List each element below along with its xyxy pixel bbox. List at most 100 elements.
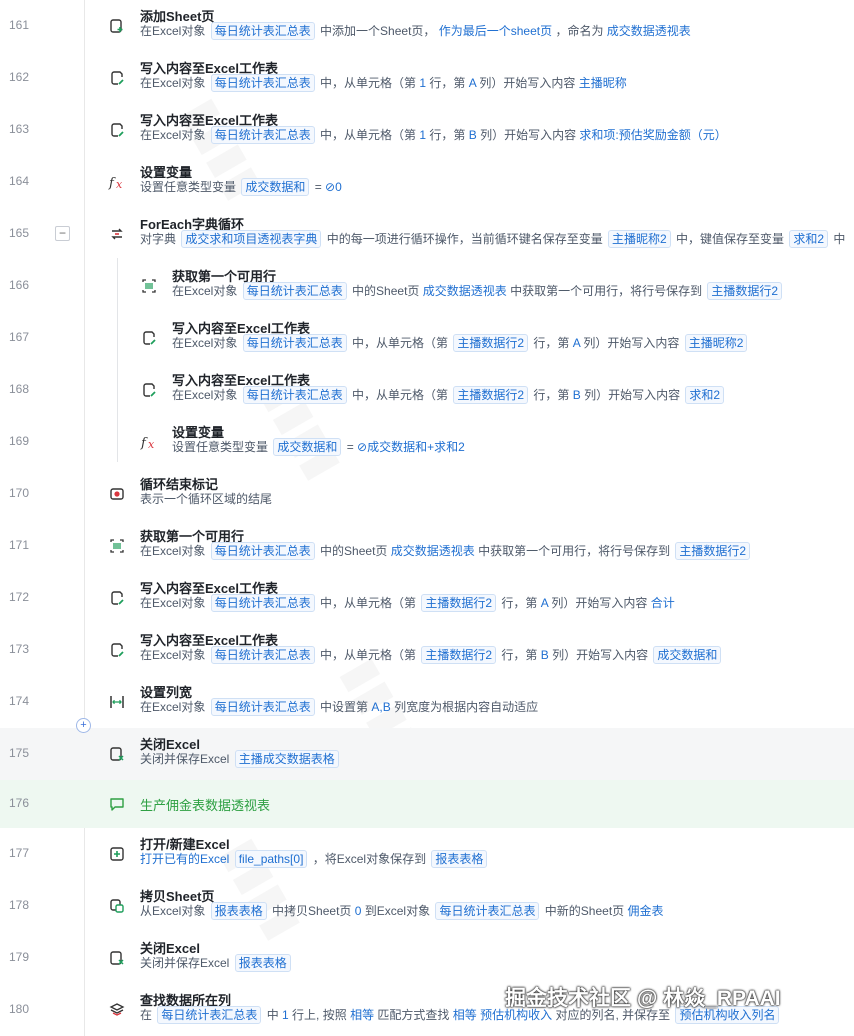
step-description: 在Excel对象 每日统计表汇总表 中，从单元格（第 1 行，第 A 列）开始写… xyxy=(140,74,627,92)
flow-step-row[interactable]: 172 写入内容至Excel工作表 在Excel对象 每日统计表汇总表 中，从单元… xyxy=(0,572,854,624)
variable-tag[interactable]: 每日统计表汇总表 xyxy=(157,1006,262,1024)
param-value[interactable]: 合计 xyxy=(651,596,675,610)
variable-tag[interactable]: 每日统计表汇总表 xyxy=(210,74,315,92)
variable-tag[interactable]: 主播成交数据表格 xyxy=(234,750,339,768)
variable-tag[interactable]: 每日统计表汇总表 xyxy=(210,22,315,40)
flow-step-row[interactable]: 179 关闭Excel 关闭并保存Excel 报表表格 xyxy=(0,932,854,984)
variable-tag[interactable]: 成交数据和 xyxy=(241,178,310,196)
flow-step-row[interactable]: 165− ForEach字典循环 对字典 成交求和项目透视表字典 中的每一项进行循… xyxy=(0,208,854,260)
param-value[interactable]: 作为最后一个sheet页 xyxy=(439,24,556,38)
variable-tag[interactable]: 成交数据和 xyxy=(273,438,342,456)
desc-text: ，命名为 xyxy=(555,24,607,38)
variable-tag[interactable]: 求和2 xyxy=(789,230,829,248)
collapse-toggle-icon[interactable]: − xyxy=(55,226,70,241)
desc-text: 中，从单元格（第 xyxy=(316,596,420,610)
flow-step-row[interactable]: 173 写入内容至Excel工作表 在Excel对象 每日统计表汇总表 中，从单元… xyxy=(0,624,854,676)
desc-text: 中，键值保存至变量 xyxy=(672,232,788,246)
desc-text: 在Excel对象 xyxy=(172,284,241,298)
desc-text: = xyxy=(343,440,358,454)
param-value[interactable]: 打开已有的Excel xyxy=(140,852,233,866)
param-value[interactable]: 1 xyxy=(419,128,429,142)
flow-step-row[interactable]: 171 获取第一个可用行 在Excel对象 每日统计表汇总表 中的Sheet页 成… xyxy=(0,520,854,572)
foreach-loop-icon xyxy=(108,225,126,243)
variable-tag[interactable]: 成交求和项目透视表字典 xyxy=(181,230,322,248)
variable-tag[interactable]: 主播数据行2 xyxy=(421,594,497,612)
variable-tag[interactable]: 每日统计表汇总表 xyxy=(210,126,315,144)
variable-tag[interactable]: 主播数据行2 xyxy=(675,542,751,560)
param-value[interactable]: 成交数据透视表 xyxy=(423,284,510,298)
variable-tag[interactable]: 报表表格 xyxy=(234,954,291,972)
variable-tag[interactable]: 每日统计表汇总表 xyxy=(210,698,315,716)
flow-step-row[interactable]: 177 打开/新建Excel 打开已有的Excel file_paths[0] ，… xyxy=(0,828,854,880)
variable-tag[interactable]: 每日统计表汇总表 xyxy=(242,386,347,404)
desc-text: 中获取第一个可用行，将行号保存到 xyxy=(478,544,674,558)
variable-tag[interactable]: 主播数据行2 xyxy=(707,282,783,300)
variable-tag[interactable]: 每日统计表汇总表 xyxy=(242,282,347,300)
flow-step-row[interactable]: 169 f x 设置变量 设置任意类型变量 成交数据和 = ⊘成交数据和+求和2 xyxy=(0,416,854,468)
flow-step-row[interactable]: 167 写入内容至Excel工作表 在Excel对象 每日统计表汇总表 中，从单元… xyxy=(0,312,854,364)
flow-step-row[interactable]: 168 写入内容至Excel工作表 在Excel对象 每日统计表汇总表 中，从单元… xyxy=(0,364,854,416)
step-description: 在Excel对象 每日统计表汇总表 中，从单元格（第 1 行，第 B 列）开始写… xyxy=(140,126,727,144)
variable-tag[interactable]: 报表表格 xyxy=(431,850,488,868)
desc-text: 行，第 xyxy=(530,336,573,350)
param-value[interactable]: 佣金表 xyxy=(627,904,663,918)
variable-tag[interactable]: 报表表格 xyxy=(210,902,267,920)
variable-tag[interactable]: 每日统计表汇总表 xyxy=(242,334,347,352)
variable-tag[interactable]: 主播昵称2 xyxy=(684,334,748,352)
flow-step-row[interactable]: 163 写入内容至Excel工作表 在Excel对象 每日统计表汇总表 中，从单元… xyxy=(0,104,854,156)
param-value[interactable]: B xyxy=(469,128,480,142)
variable-tag[interactable]: 主播昵称2 xyxy=(608,230,671,248)
get-row-icon xyxy=(140,277,158,295)
param-value[interactable]: B xyxy=(541,648,552,662)
variable-tag[interactable]: 每日统计表汇总表 xyxy=(210,646,315,664)
variable-tag[interactable]: file_paths[0] xyxy=(234,850,308,868)
desc-text: 在Excel对象 xyxy=(172,388,241,402)
param-value[interactable]: 相等 xyxy=(453,1008,480,1022)
variable-tag[interactable]: 每日统计表汇总表 xyxy=(210,594,315,612)
desc-text: 中，从单元格（第 xyxy=(348,388,452,402)
flow-step-row[interactable]: 178 拷贝Sheet页 从Excel对象 报表表格 中拷贝Sheet页 0 到E… xyxy=(0,880,854,932)
desc-text: 在Excel对象 xyxy=(140,700,209,714)
param-value[interactable]: ⊘0 xyxy=(325,180,342,194)
flow-step-row[interactable]: 164 f x 设置变量 设置任意类型变量 成交数据和 = ⊘0 xyxy=(0,156,854,208)
desc-text: 列）开始写入内容 xyxy=(479,76,579,90)
param-value[interactable]: 成交数据透视表 xyxy=(391,544,478,558)
line-number: 180 xyxy=(8,1002,30,1016)
flow-step-row[interactable]: 166 获取第一个可用行 在Excel对象 每日统计表汇总表 中的Sheet页 成… xyxy=(0,260,854,312)
variable-tag[interactable]: 求和2 xyxy=(685,386,725,404)
flow-step-row[interactable]: 174 设置列宽 在Excel对象 每日统计表汇总表 中设置第 A,B 列宽度为根… xyxy=(0,676,854,728)
flow-step-row[interactable]: 161 添加Sheet页 在Excel对象 每日统计表汇总表 中添加一个Sheet… xyxy=(0,0,854,52)
variable-tag[interactable]: 每日统计表汇总表 xyxy=(435,902,540,920)
param-value[interactable]: ⊘成交数据和+求和2 xyxy=(357,440,465,454)
desc-text: 中，从单元格（第 xyxy=(316,648,420,662)
param-value[interactable]: A xyxy=(573,336,584,350)
param-value[interactable]: 1 xyxy=(419,76,429,90)
variable-tag[interactable]: 成交数据和 xyxy=(653,646,722,664)
flow-step-row[interactable]: 176 生产佣金表数据透视表 xyxy=(0,780,854,828)
flow-step-row[interactable]: 175 关闭Excel 关闭并保存Excel 主播成交数据表格 xyxy=(0,728,854,780)
variable-tag[interactable]: 主播数据行2 xyxy=(453,334,529,352)
param-value[interactable]: 1 xyxy=(282,1008,292,1022)
param-value[interactable]: A xyxy=(541,596,552,610)
param-value[interactable]: 0 xyxy=(355,904,365,918)
comment-icon xyxy=(108,795,126,813)
param-value[interactable]: A xyxy=(469,76,480,90)
desc-text: 在Excel对象 xyxy=(140,76,209,90)
param-value[interactable]: 成交数据透视表 xyxy=(607,24,691,38)
param-value[interactable]: 求和项:预估奖励金额（元） xyxy=(579,128,726,142)
open-excel-icon xyxy=(108,845,126,863)
variable-tag[interactable]: 主播数据行2 xyxy=(453,386,529,404)
desc-text: 列）开始写入内容 xyxy=(552,648,652,662)
desc-text: 行，第 xyxy=(498,648,541,662)
add-step-button[interactable]: + xyxy=(76,718,91,733)
desc-text: 中，从单元格（第 xyxy=(316,128,420,142)
param-value[interactable]: B xyxy=(573,388,584,402)
variable-tag[interactable]: 每日统计表汇总表 xyxy=(210,542,315,560)
fx-icon: fx xyxy=(108,173,126,191)
param-value[interactable]: A,B xyxy=(371,700,394,714)
param-value[interactable]: 相等 xyxy=(350,1008,377,1022)
param-value[interactable]: 主播昵称 xyxy=(579,76,627,90)
flow-step-row[interactable]: 170 循环结束标记 表示一个循环区域的结尾 xyxy=(0,468,854,520)
variable-tag[interactable]: 主播数据行2 xyxy=(421,646,497,664)
flow-step-row[interactable]: 162 写入内容至Excel工作表 在Excel对象 每日统计表汇总表 中，从单元… xyxy=(0,52,854,104)
